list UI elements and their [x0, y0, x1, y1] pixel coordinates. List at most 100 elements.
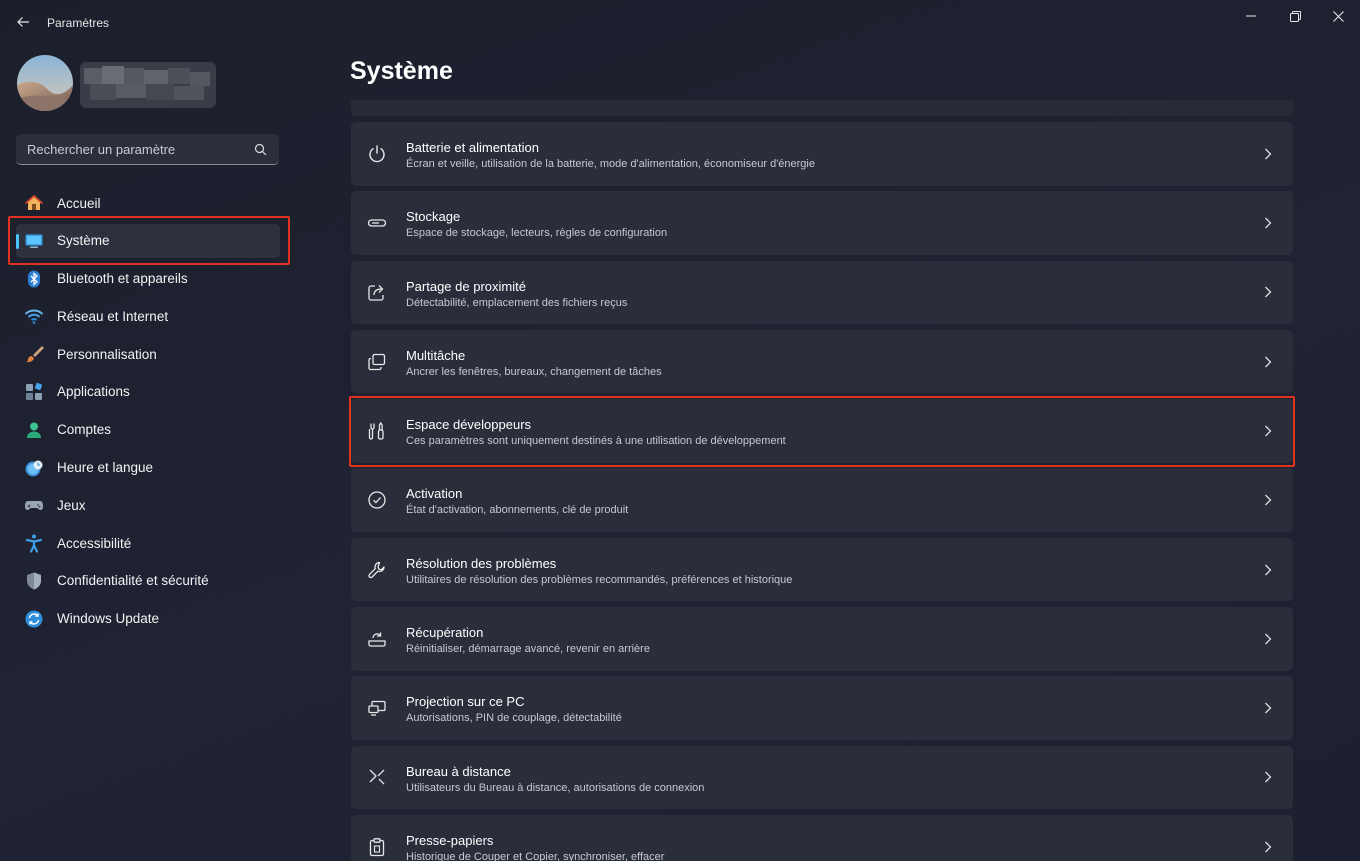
clock-globe-icon [24, 458, 44, 478]
arrow-left-icon [17, 17, 29, 27]
sidebar-item-bluetooth[interactable]: Bluetooth et appareils [16, 262, 280, 296]
card-stockage[interactable]: Stockage Espace de stockage, lecteurs, r… [351, 191, 1293, 255]
sidebar-item-reseau[interactable]: Réseau et Internet [16, 299, 280, 333]
minimize-button[interactable] [1236, 6, 1266, 26]
card-subtitle: Ces paramètres sont uniquement destinés … [406, 435, 786, 448]
sidebar-item-comptes[interactable]: Comptes [16, 413, 280, 447]
user-avatar-desert [17, 55, 73, 111]
storage-icon [366, 212, 388, 234]
avatar[interactable] [17, 55, 73, 111]
chevron-right-icon [1261, 770, 1275, 784]
sidebar-item-jeux[interactable]: Jeux [16, 488, 280, 522]
card-presse-papiers[interactable]: Presse-papiers Historique de Couper et C… [351, 814, 1293, 861]
share-icon [366, 281, 388, 303]
card-batterie[interactable]: Batterie et alimentation Écran et veille… [351, 122, 1293, 186]
card-subtitle: Ancrer les fenêtres, bureaux, changement… [406, 365, 662, 378]
chevron-right-icon [1261, 840, 1275, 854]
shield-icon [24, 571, 44, 591]
username-redacted [80, 62, 216, 108]
card-title: Presse-papiers [406, 832, 494, 848]
card-title: Projection sur ce PC [406, 694, 525, 710]
sidebar-item-label: Comptes [57, 422, 112, 438]
update-icon [24, 609, 44, 629]
search-icon [254, 143, 267, 156]
sidebar-item-confidentialite[interactable]: Confidentialité et sécurité [16, 564, 280, 598]
blur-mosaic [80, 62, 216, 108]
sidebar-item-label: Système [57, 233, 110, 249]
app-title: Paramètres [47, 16, 110, 30]
clipboard-icon [366, 836, 388, 858]
chevron-right-icon [1261, 632, 1275, 646]
minimize-icon [1246, 15, 1256, 17]
search-box[interactable] [16, 134, 279, 165]
sidebar-item-label: Jeux [57, 497, 86, 513]
gamepad-icon [24, 495, 44, 515]
developer-tools-icon [366, 420, 388, 442]
card-recuperation[interactable]: Récupération Réinitialiser, démarrage av… [351, 607, 1293, 671]
sidebar-item-systeme[interactable]: Système [16, 223, 280, 258]
card-title: Partage de proximité [406, 278, 526, 294]
bluetooth-icon [24, 269, 44, 289]
sidebar-item-windows-update[interactable]: Windows Update [16, 602, 280, 636]
card-resolution-problemes[interactable]: Résolution des problèmes Utilitaires de … [351, 537, 1293, 602]
settings-list: Batterie et alimentation Écran et veille… [351, 122, 1293, 861]
chevron-right-icon [1261, 493, 1275, 507]
wifi-icon [24, 306, 44, 326]
recovery-icon [366, 628, 388, 650]
card-title: Activation [406, 486, 463, 502]
card-subtitle: Détectabilité, emplacement des fichiers … [406, 296, 628, 309]
card-subtitle: Autorisations, PIN de couplage, détectab… [406, 712, 622, 725]
accessibility-icon [24, 533, 44, 553]
chevron-right-icon [1261, 701, 1275, 715]
card-espace-developpeurs[interactable]: Espace développeurs Ces paramètres sont … [351, 399, 1293, 463]
card-title: Récupération [406, 625, 484, 641]
sidebar-nav: Accueil Système Bluetooth et appareils R… [16, 186, 280, 640]
card-subtitle: Utilisateurs du Bureau à distance, autor… [406, 781, 705, 794]
card-subtitle: Utilitaires de résolution des problèmes … [406, 573, 793, 586]
card-title: Multitâche [406, 347, 466, 363]
chevron-right-icon [1261, 424, 1275, 438]
active-indicator [16, 233, 19, 249]
card-subtitle: Espace de stockage, lecteurs, règles de … [406, 227, 668, 240]
sidebar-item-heure[interactable]: Heure et langue [16, 451, 280, 485]
sidebar-item-accessibilite[interactable]: Accessibilité [16, 526, 280, 560]
sidebar-item-label: Personnalisation [57, 346, 157, 362]
page-title: Système [350, 57, 453, 85]
close-button[interactable] [1323, 6, 1353, 26]
card-activation[interactable]: Activation État d'activation, abonnement… [351, 468, 1293, 532]
sidebar-item-label: Confidentialité et sécurité [57, 573, 209, 589]
maximize-button[interactable] [1280, 6, 1310, 26]
chevron-right-icon [1261, 285, 1275, 299]
multitask-icon [366, 351, 388, 373]
card-subtitle: Historique de Couper et Copier, synchron… [406, 850, 665, 861]
home-icon [24, 193, 44, 213]
scrolled-card-edge [351, 100, 1293, 116]
card-subtitle: Écran et veille, utilisation de la batte… [406, 158, 815, 170]
back-button[interactable] [12, 11, 34, 33]
card-bureau-distance[interactable]: Bureau à distance Utilisateurs du Bureau… [351, 745, 1293, 810]
power-icon [366, 143, 388, 165]
chevron-right-icon [1261, 147, 1275, 161]
sidebar-item-label: Windows Update [57, 611, 160, 627]
card-partage[interactable]: Partage de proximité Détectabilité, empl… [351, 260, 1293, 325]
card-title: Batterie et alimentation [406, 140, 539, 155]
chevron-right-icon [1261, 216, 1275, 230]
sidebar-item-label: Heure et langue [57, 460, 154, 476]
restore-icon [1289, 10, 1301, 22]
close-icon [1332, 10, 1344, 22]
chevron-right-icon [1261, 355, 1275, 369]
sidebar-item-applications[interactable]: Applications [16, 375, 280, 409]
title-bar: Paramètres [0, 0, 1360, 44]
projection-icon [366, 697, 388, 719]
search-input[interactable] [27, 141, 247, 157]
wrench-icon [366, 559, 388, 581]
system-display-icon [24, 231, 44, 251]
card-multitache[interactable]: Multitâche Ancrer les fenêtres, bureaux,… [351, 329, 1293, 394]
card-projection[interactable]: Projection sur ce PC Autorisations, PIN … [351, 676, 1293, 740]
card-title: Espace développeurs [406, 417, 532, 433]
card-subtitle: Réinitialiser, démarrage avancé, revenir… [406, 643, 650, 656]
card-subtitle: État d'activation, abonnements, clé de p… [406, 504, 629, 517]
remote-desktop-icon [366, 766, 388, 788]
sidebar-item-personnalisation[interactable]: Personnalisation [16, 337, 280, 371]
sidebar-item-accueil[interactable]: Accueil [16, 186, 280, 220]
